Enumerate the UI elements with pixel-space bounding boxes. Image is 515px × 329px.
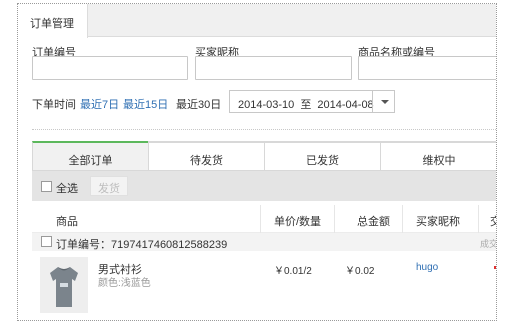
tshirt-image [40,257,88,313]
tab-dispute[interactable]: 维权中 [380,141,496,171]
product-thumbnail[interactable] [40,257,88,313]
col-divider [402,205,403,233]
col-buyer: 买家昵称 [416,216,460,228]
order-time-label: 下单时间 [32,99,76,111]
date-from: 2014-03-10 [238,99,295,111]
status-marker [494,266,496,269]
order-no-input[interactable] [32,56,188,80]
order-checkbox[interactable] [41,236,52,247]
order-status-text: 成交 [480,239,497,249]
ship-button[interactable]: 发货 [90,176,128,196]
tab-order-management[interactable]: 订单管理 [18,4,88,38]
col-divider [478,205,479,233]
col-total: 总金额 [357,216,390,228]
buyer-nick-input[interactable] [195,56,352,80]
date-to: 2014-04-08 [317,99,374,111]
col-divider [334,205,335,233]
tab-shipped[interactable]: 已发货 [264,141,381,171]
col-divider [260,205,261,233]
col-price-qty: 单价/数量 [274,216,322,228]
order-id: 订单编号：7197417460812588239 [56,239,228,251]
col-product: 商品 [56,216,78,228]
tab-strip [18,4,496,37]
price-qty-value: ￥0.01/2 [274,266,312,277]
product-input[interactable] [358,56,496,80]
range-7-days-link[interactable]: 最近7日 [80,96,119,112]
tab-to-ship[interactable]: 待发货 [148,141,265,171]
caret-down-icon[interactable] [372,90,394,113]
table-header: 商品 单价/数量 总金额 买家昵称 交 [32,205,496,233]
date-range-picker[interactable]: 2014-03-10 至 2014-04-08 [229,90,395,113]
range-15-days-link[interactable]: 最近15日 [123,96,168,112]
select-all-checkbox[interactable] [41,181,52,192]
select-all-label: 全选 [56,183,78,195]
date-to-word: 至 [300,99,312,111]
buyer-link[interactable]: hugo [416,262,438,273]
divider [32,129,496,130]
range-30-days-link[interactable]: 最近30日 [176,96,221,112]
order-management-panel: 订单管理 订单编号 买家昵称 商品名称或编号 下单时间 最近7日 最近15日 最… [17,3,497,321]
product-color: 颜色:浅蓝色 [98,278,151,289]
status-tabs: 全部订单 待发货 已发货 维权中 [32,141,496,171]
tab-all-orders[interactable]: 全部订单 [32,141,149,171]
col-status: 交 [490,213,496,229]
bulk-toolbar: 全选 发货 [32,171,496,201]
order-header-row: 订单编号：7197417460812588239 成交 [32,233,497,251]
total-value: ￥0.02 [345,266,375,277]
